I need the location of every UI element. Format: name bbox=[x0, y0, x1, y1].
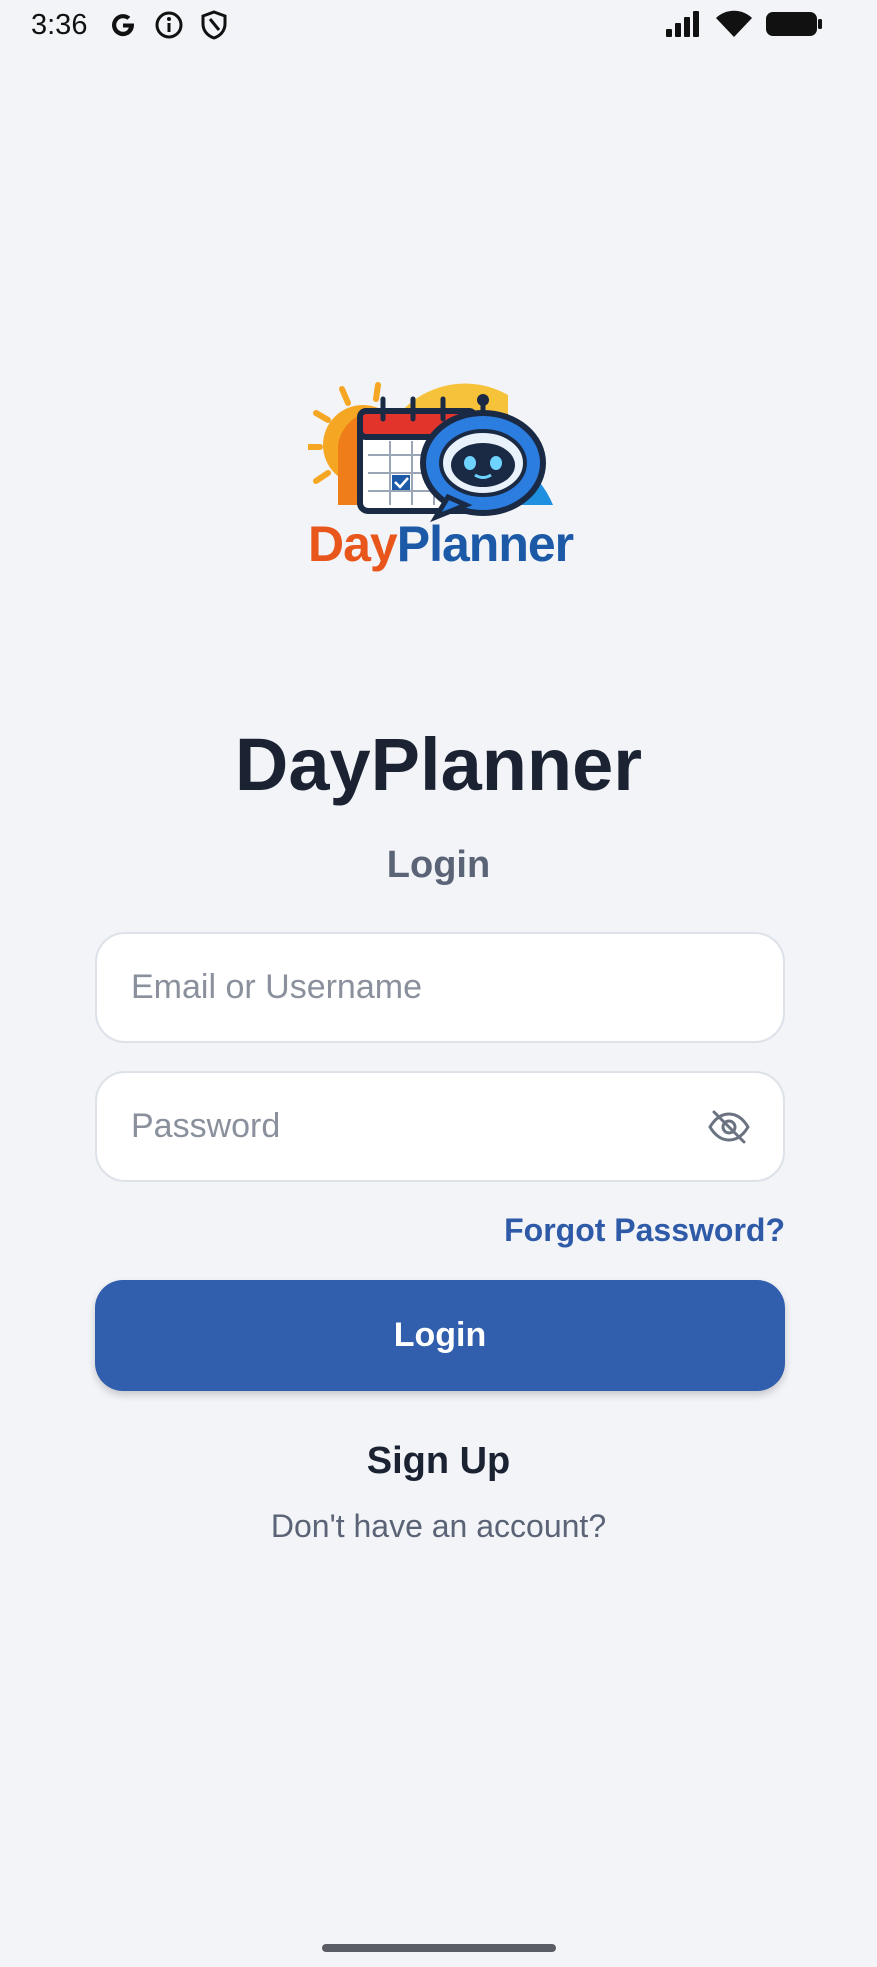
login-subtitle: Login bbox=[386, 844, 491, 886]
password-field-container bbox=[95, 1071, 785, 1182]
forgot-password-link[interactable]: Forgot Password? bbox=[504, 1212, 785, 1249]
password-input[interactable] bbox=[131, 1073, 691, 1180]
eye-off-icon[interactable] bbox=[705, 1103, 753, 1151]
wifi-icon bbox=[715, 10, 753, 43]
email-input[interactable] bbox=[131, 934, 691, 1041]
login-button[interactable]: Login bbox=[95, 1280, 785, 1391]
google-icon bbox=[108, 10, 138, 45]
home-indicator[interactable] bbox=[322, 1944, 556, 1952]
email-field-container bbox=[95, 932, 785, 1043]
status-left-icons bbox=[108, 10, 228, 45]
status-time: 3:36 bbox=[31, 9, 88, 41]
signal-icon bbox=[665, 10, 703, 43]
status-right-icons bbox=[665, 10, 823, 43]
logo-text-planner: Planner bbox=[396, 516, 574, 572]
login-screen: 3:36 DayPlanner DayPlanner Login Email o… bbox=[0, 0, 877, 1967]
logo-text-day: Day bbox=[308, 516, 398, 572]
logo-wordmark: DayPlanner bbox=[308, 515, 574, 573]
sign-up-hint: Don't have an account? bbox=[270, 1508, 607, 1544]
logo-illustration bbox=[305, 382, 553, 523]
info-icon bbox=[154, 10, 184, 45]
app-title: DayPlanner bbox=[234, 723, 643, 806]
shield-icon bbox=[200, 10, 228, 45]
app-logo: DayPlanner bbox=[305, 375, 574, 580]
status-bar: 3:36 bbox=[0, 0, 877, 50]
battery-icon bbox=[765, 10, 823, 43]
sign-up-link[interactable]: Sign Up bbox=[0, 1440, 877, 1483]
